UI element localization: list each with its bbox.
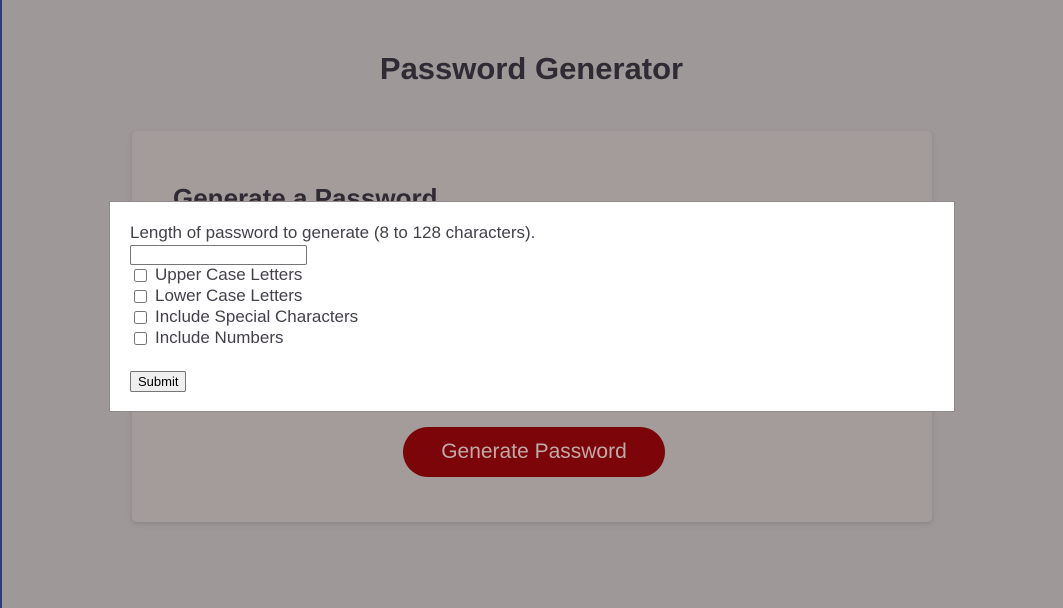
upper-case-label: Upper Case Letters	[155, 265, 303, 284]
numbers-checkbox[interactable]	[134, 331, 147, 345]
numbers-label: Include Numbers	[155, 328, 284, 347]
window-left-edge	[0, 0, 2, 608]
lower-case-checkbox[interactable]	[134, 289, 147, 303]
upper-case-checkbox[interactable]	[134, 268, 147, 282]
option-upper-case[interactable]: Upper Case Letters	[134, 265, 302, 285]
password-options-modal: Length of password to generate (8 to 128…	[109, 201, 955, 412]
option-numbers[interactable]: Include Numbers	[134, 328, 284, 348]
option-special-characters[interactable]: Include Special Characters	[134, 307, 358, 327]
lower-case-label: Lower Case Letters	[155, 286, 303, 305]
submit-button[interactable]: Submit	[130, 371, 187, 392]
special-characters-checkbox[interactable]	[134, 310, 147, 324]
generate-password-button[interactable]: Generate Password	[403, 427, 665, 477]
length-prompt-label: Length of password to generate (8 to 128…	[130, 223, 536, 242]
special-characters-label: Include Special Characters	[155, 307, 359, 326]
option-lower-case[interactable]: Lower Case Letters	[134, 286, 302, 306]
password-length-input[interactable]	[130, 245, 307, 265]
page-title: Password Generator	[379, 51, 684, 86]
